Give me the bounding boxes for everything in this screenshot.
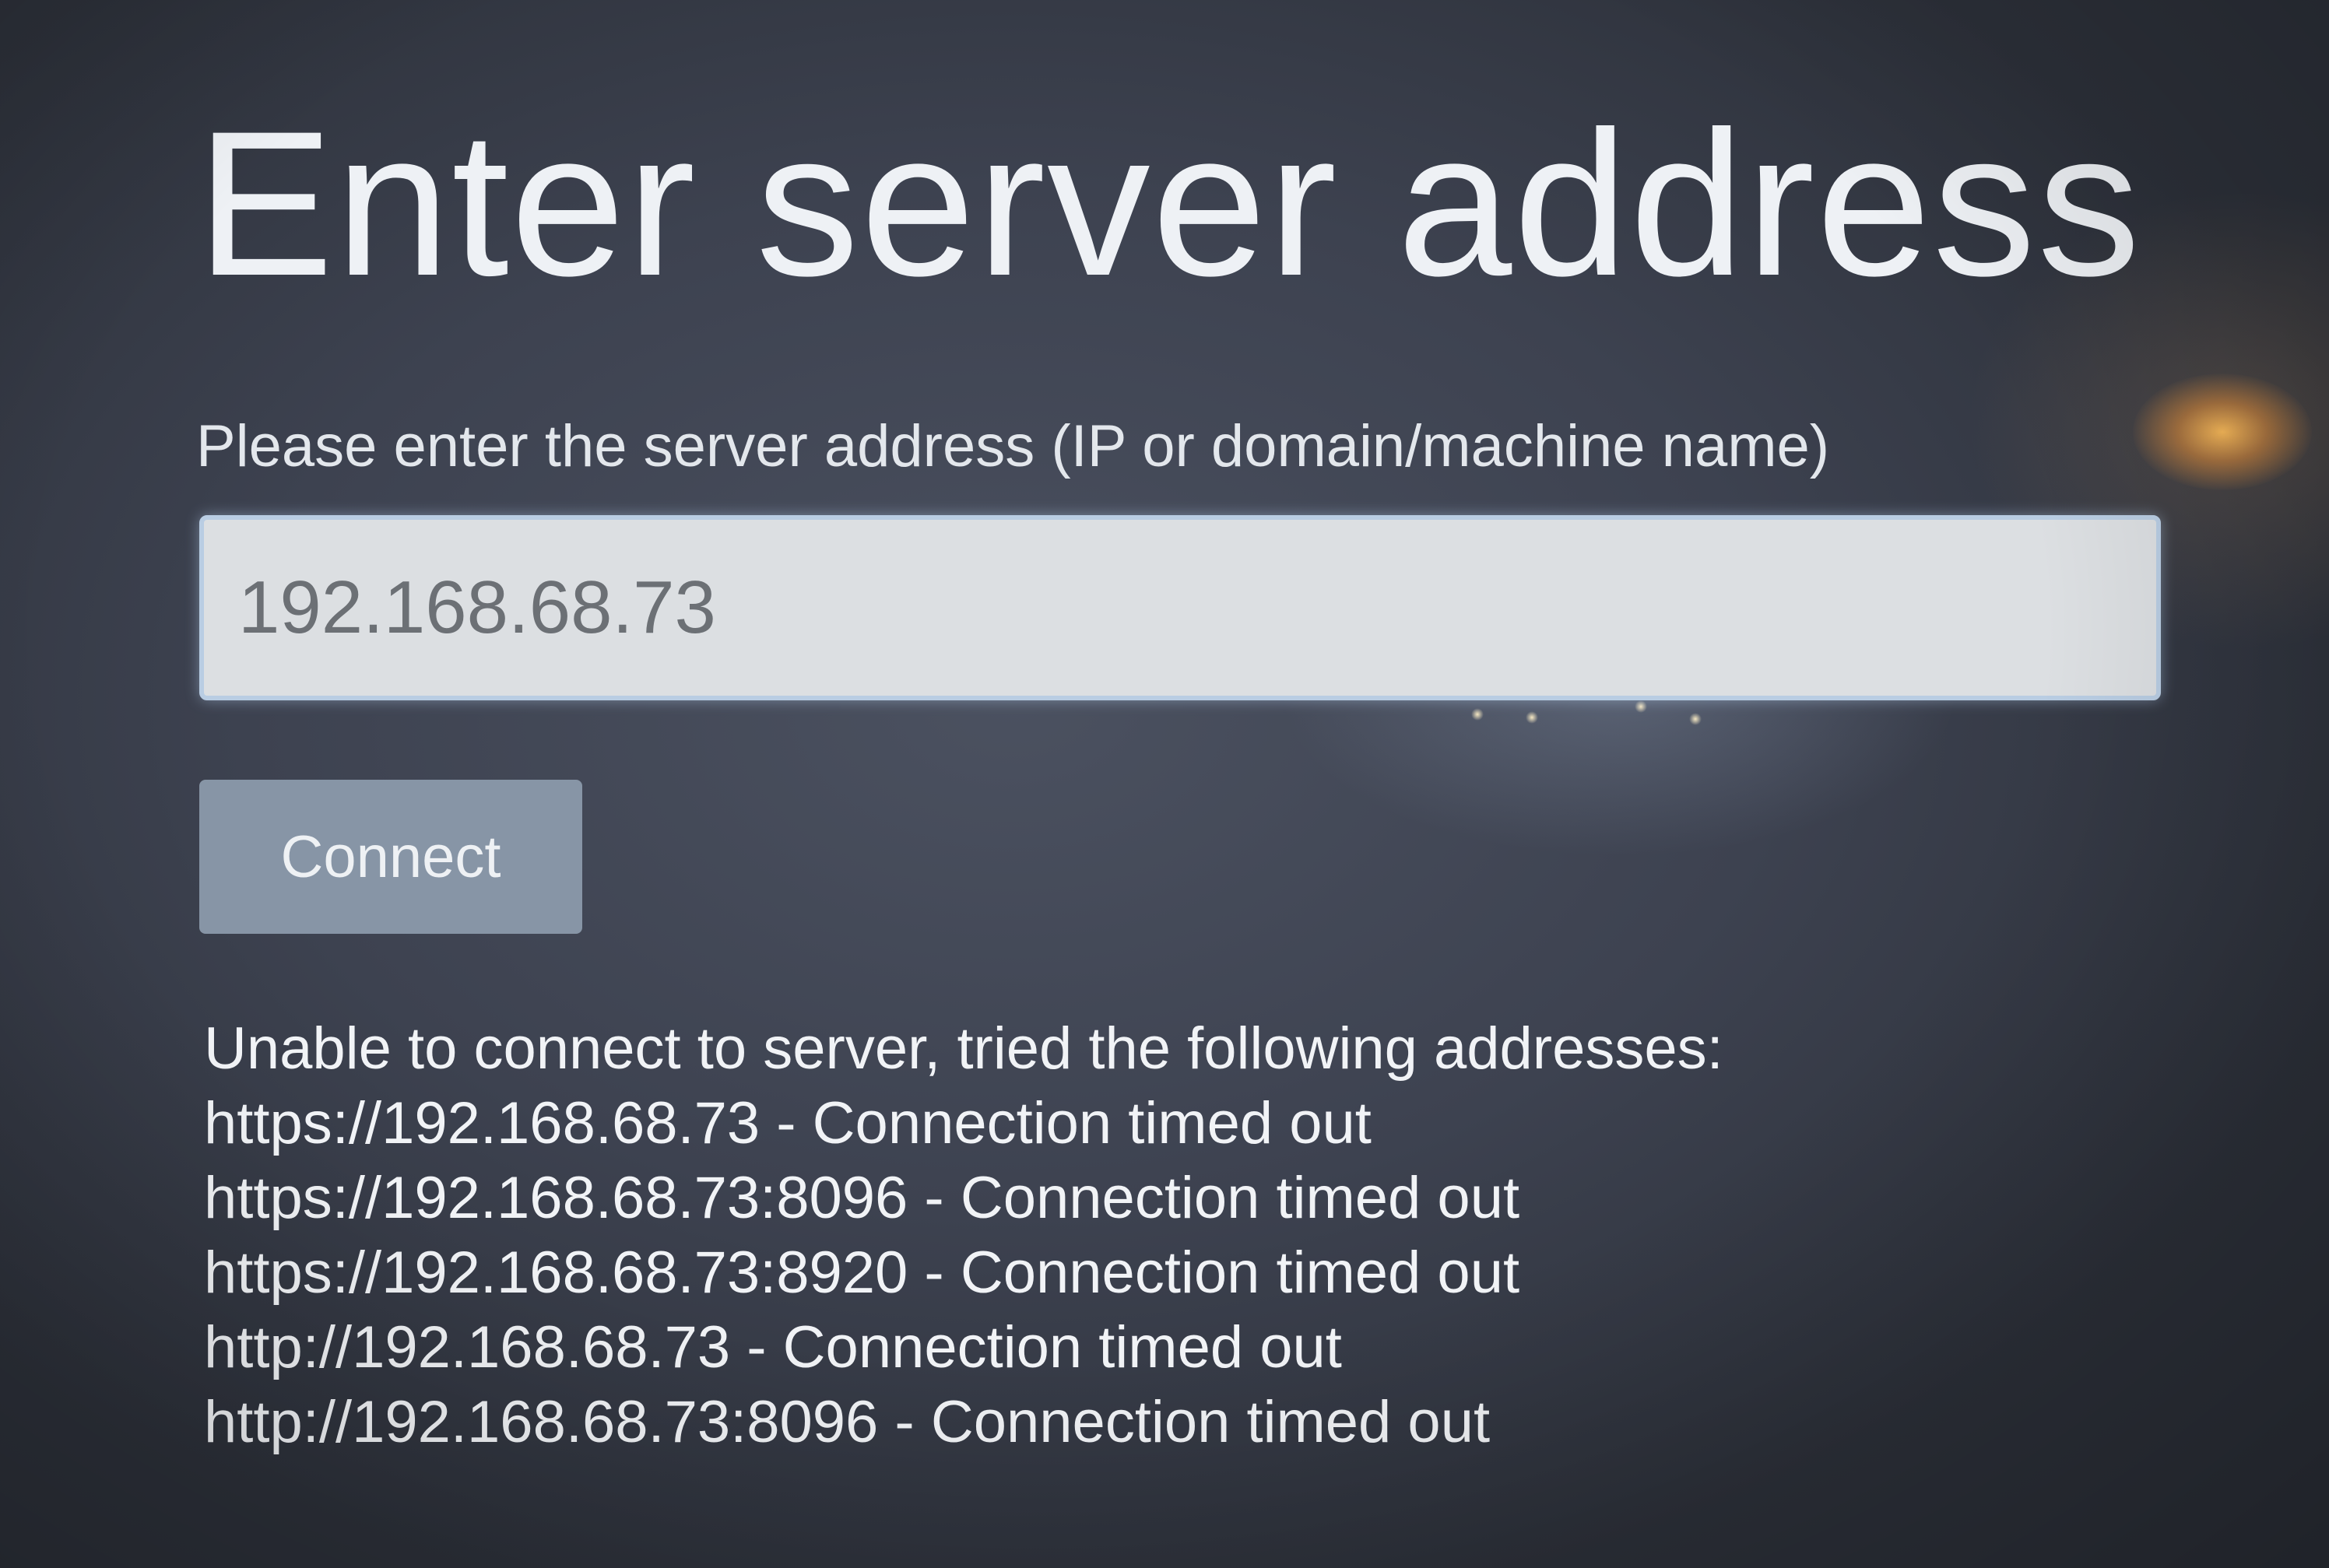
server-address-input[interactable] [199, 515, 2161, 700]
error-attempt-line: https://192.168.68.73:8920 - Connection … [204, 1240, 1520, 1306]
screen-glare [2133, 374, 2312, 490]
connect-button[interactable]: Connect [199, 780, 582, 934]
error-attempt-line: http://192.168.68.73:8096 - Connection t… [204, 1389, 1491, 1455]
address-prompt-label: Please enter the server address (IP or d… [196, 413, 1830, 479]
page-title: Enter server address [196, 89, 2142, 319]
error-attempt-line: https://192.168.68.73:8096 - Connection … [204, 1165, 1520, 1231]
error-heading: Unable to connect to server, tried the f… [204, 1016, 1723, 1082]
error-attempt-line: https://192.168.68.73 - Connection timed… [204, 1090, 1372, 1156]
error-attempt-line: http://192.168.68.73 - Connection timed … [204, 1314, 1342, 1380]
connection-error-message: Unable to connect to server, tried the f… [204, 1012, 1723, 1460]
